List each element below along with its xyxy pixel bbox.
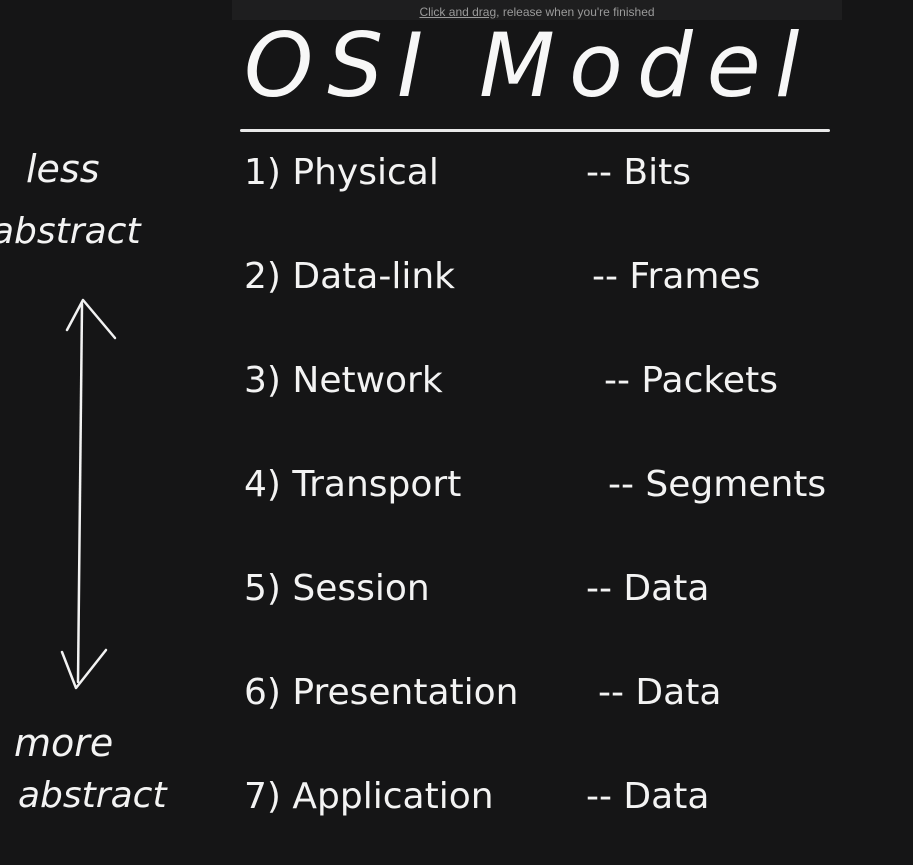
layer-unit: -- Segments [608, 464, 827, 505]
layer-unit: -- Data [586, 568, 710, 609]
axis-bottom-line2: abstract [18, 775, 167, 816]
layer-unit: -- Frames [592, 256, 761, 297]
axis-top-line1: less [26, 147, 100, 191]
layer-unit: -- Data [586, 776, 710, 817]
abstraction-arrow-icon [60, 298, 117, 690]
layer-unit: -- Packets [604, 360, 778, 401]
layer-name: 7) Application [244, 776, 494, 817]
layer-name: 2) Data-link [244, 256, 456, 297]
layer-unit: -- Data [598, 672, 722, 713]
layer-name: 1) Physical [244, 152, 439, 193]
layer-name: 3) Network [244, 360, 443, 401]
axis-top-line2: abstract [0, 211, 141, 252]
layer-name: 6) Presentation [244, 672, 519, 713]
diagram-title: OSI Model [244, 14, 814, 117]
title-underline [240, 129, 830, 132]
layer-name: 5) Session [244, 568, 430, 609]
layer-unit: -- Bits [586, 152, 691, 193]
layer-name: 4) Transport [244, 464, 462, 505]
whiteboard-canvas[interactable]: Click and drag, release when you're fini… [0, 0, 913, 865]
axis-bottom-line1: more [14, 721, 114, 765]
